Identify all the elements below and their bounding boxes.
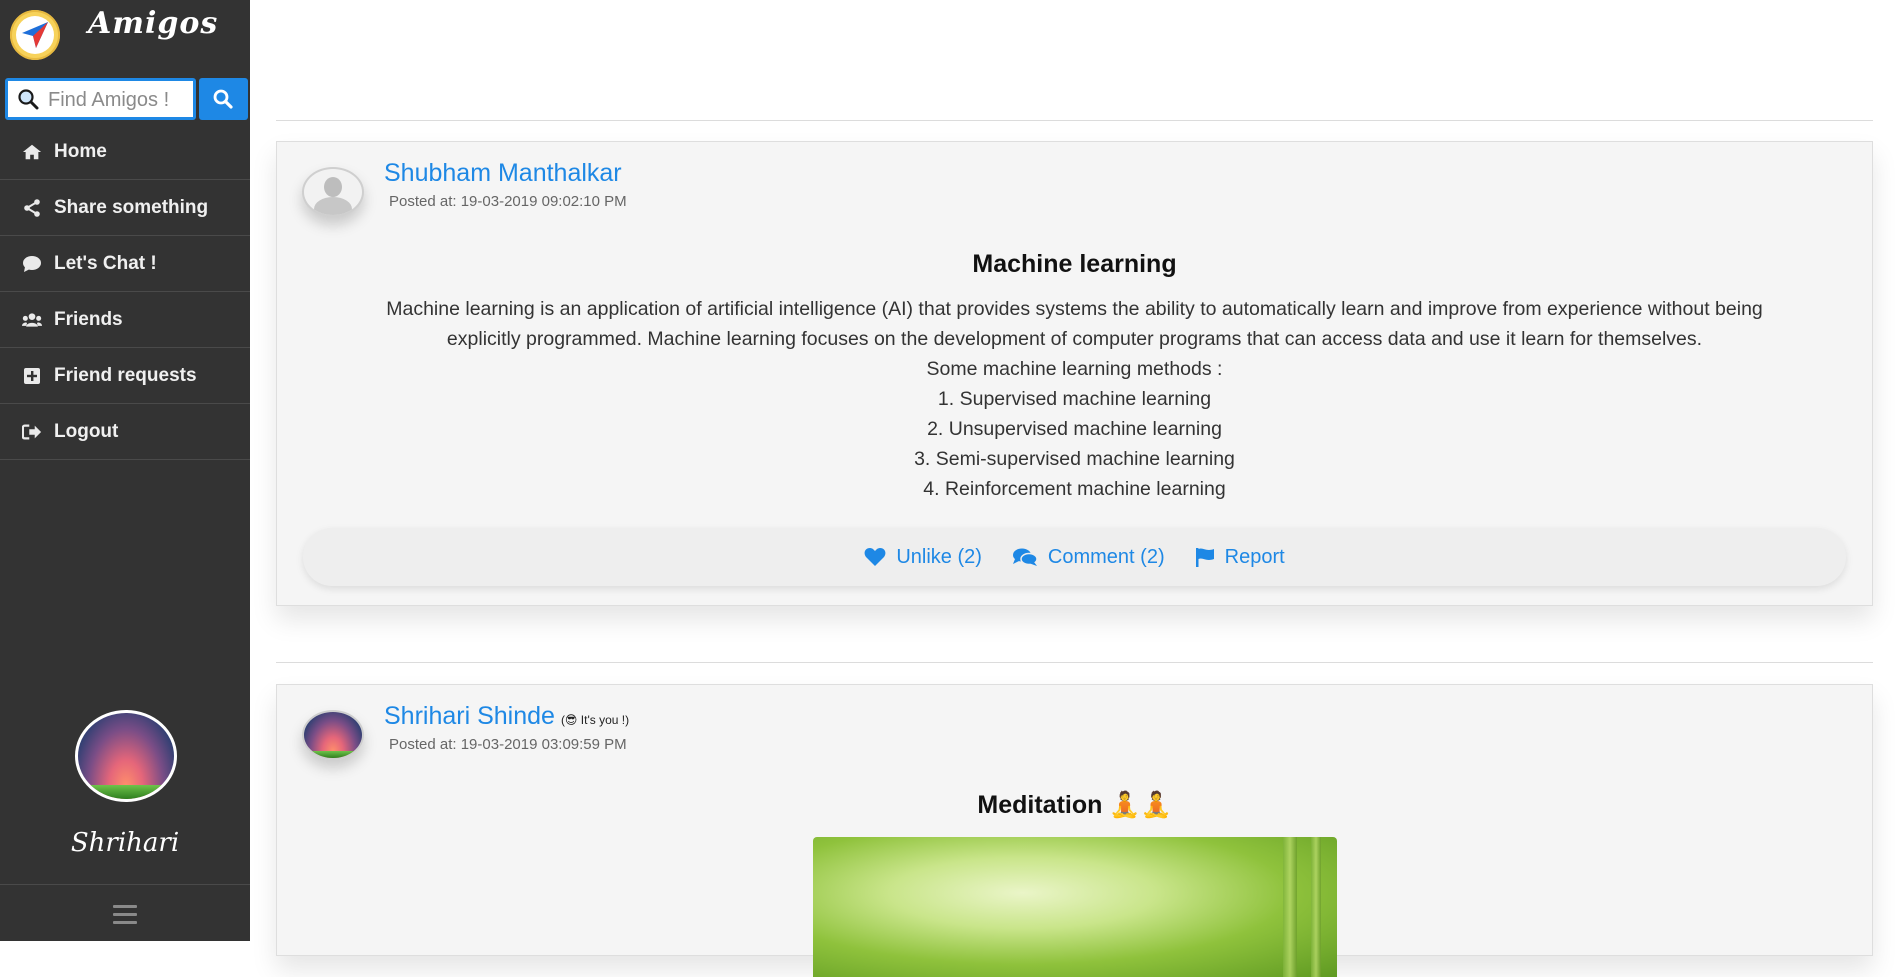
post-body: Machine learning is an application of ar…	[357, 294, 1792, 504]
divider	[276, 662, 1873, 663]
sidebar-item-label: Share something	[54, 196, 209, 218]
sidebar-item-share[interactable]: Share something	[0, 180, 250, 236]
search-icon	[213, 89, 233, 109]
post-paragraph: Machine learning is an application of ar…	[386, 298, 1763, 350]
sidebar-item-chat[interactable]: Let's Chat !	[0, 236, 250, 292]
search-input[interactable]	[46, 85, 190, 115]
post-line: Some machine learning methods :	[926, 358, 1223, 380]
comment-button[interactable]: Comment (2)	[1012, 546, 1165, 569]
post-list-item: 4. Reinforcement machine learning	[923, 478, 1226, 500]
search-button[interactable]	[199, 78, 248, 120]
comments-icon	[1012, 548, 1038, 566]
post-card: Shubham Manthalkar Posted at: 19-03-2019…	[276, 141, 1873, 606]
report-label: Report	[1224, 545, 1285, 568]
post-image[interactable]	[813, 837, 1337, 977]
flag-icon	[1195, 548, 1214, 567]
author-name-link[interactable]: Shrihari Shinde (😎 It's you !)	[384, 702, 629, 731]
sidebar-item-label: Friend requests	[54, 364, 197, 386]
post-actions-bar: Unlike (2) Comment (2) Report	[303, 528, 1846, 586]
post-title: Meditation 🧘🧘	[977, 791, 1172, 819]
sidebar-item-label: Friends	[54, 308, 123, 330]
sidebar-item-friends[interactable]: Friends	[0, 292, 250, 348]
author-name-link[interactable]: Shubham Manthalkar	[384, 159, 622, 188]
comment-label: Comment (2)	[1047, 545, 1165, 568]
profile-avatar[interactable]	[75, 710, 177, 802]
divider	[276, 120, 1873, 121]
post-timestamp: Posted at: 19-03-2019 03:09:59 PM	[389, 736, 627, 753]
sidebar-item-friend-requests[interactable]: Friend requests	[0, 348, 250, 404]
magnifier-icon	[18, 89, 39, 110]
post-timestamp: Posted at: 19-03-2019 09:02:10 PM	[389, 193, 627, 210]
plus-square-icon	[22, 366, 42, 386]
sidebar-item-logout[interactable]: Logout	[0, 404, 250, 460]
report-button[interactable]: Report	[1195, 546, 1285, 569]
its-you-badge: (😎 It's you !)	[560, 713, 630, 727]
author-avatar[interactable]	[302, 167, 364, 217]
share-icon	[22, 198, 42, 218]
post-title: Machine learning	[972, 250, 1177, 278]
sidebar-nav: Home Share something Let's Chat ! Friend…	[0, 124, 250, 460]
unlike-button[interactable]: Unlike (2)	[864, 546, 982, 569]
sidebar-item-label: Home	[54, 140, 107, 162]
heart-icon	[864, 548, 886, 566]
chat-bubble-icon	[22, 254, 42, 274]
post-card: Shrihari Shinde (😎 It's you !) Posted at:…	[276, 684, 1873, 977]
unlike-label: Unlike (2)	[896, 545, 982, 568]
home-icon	[22, 142, 42, 162]
post-list-item: 3. Semi-supervised machine learning	[914, 448, 1235, 470]
sidebar-item-home[interactable]: Home	[0, 124, 250, 180]
brand-name: Amigos	[88, 6, 219, 41]
profile-name[interactable]: Shrihari	[0, 828, 250, 858]
author-name: Shrihari Shinde	[384, 702, 555, 730]
post-list-item: 1. Supervised machine learning	[937, 388, 1212, 410]
users-icon	[22, 310, 42, 330]
brand[interactable]: Amigos	[0, 0, 250, 72]
sidebar: Amigos Home Share some	[0, 0, 250, 941]
amigos-logo-icon[interactable]	[10, 10, 60, 60]
author-avatar[interactable]	[302, 710, 364, 760]
post-list-item: 2. Unsupervised machine learning	[927, 418, 1222, 440]
sign-out-icon	[22, 422, 42, 442]
sidebar-item-label: Logout	[54, 420, 119, 442]
sidebar-footer	[0, 884, 250, 942]
search-form	[5, 78, 248, 120]
hamburger-menu-icon[interactable]	[113, 905, 137, 929]
search-field[interactable]	[5, 78, 196, 120]
feed: Shubham Manthalkar Posted at: 19-03-2019…	[250, 0, 1898, 977]
sidebar-item-label: Let's Chat !	[54, 252, 157, 274]
